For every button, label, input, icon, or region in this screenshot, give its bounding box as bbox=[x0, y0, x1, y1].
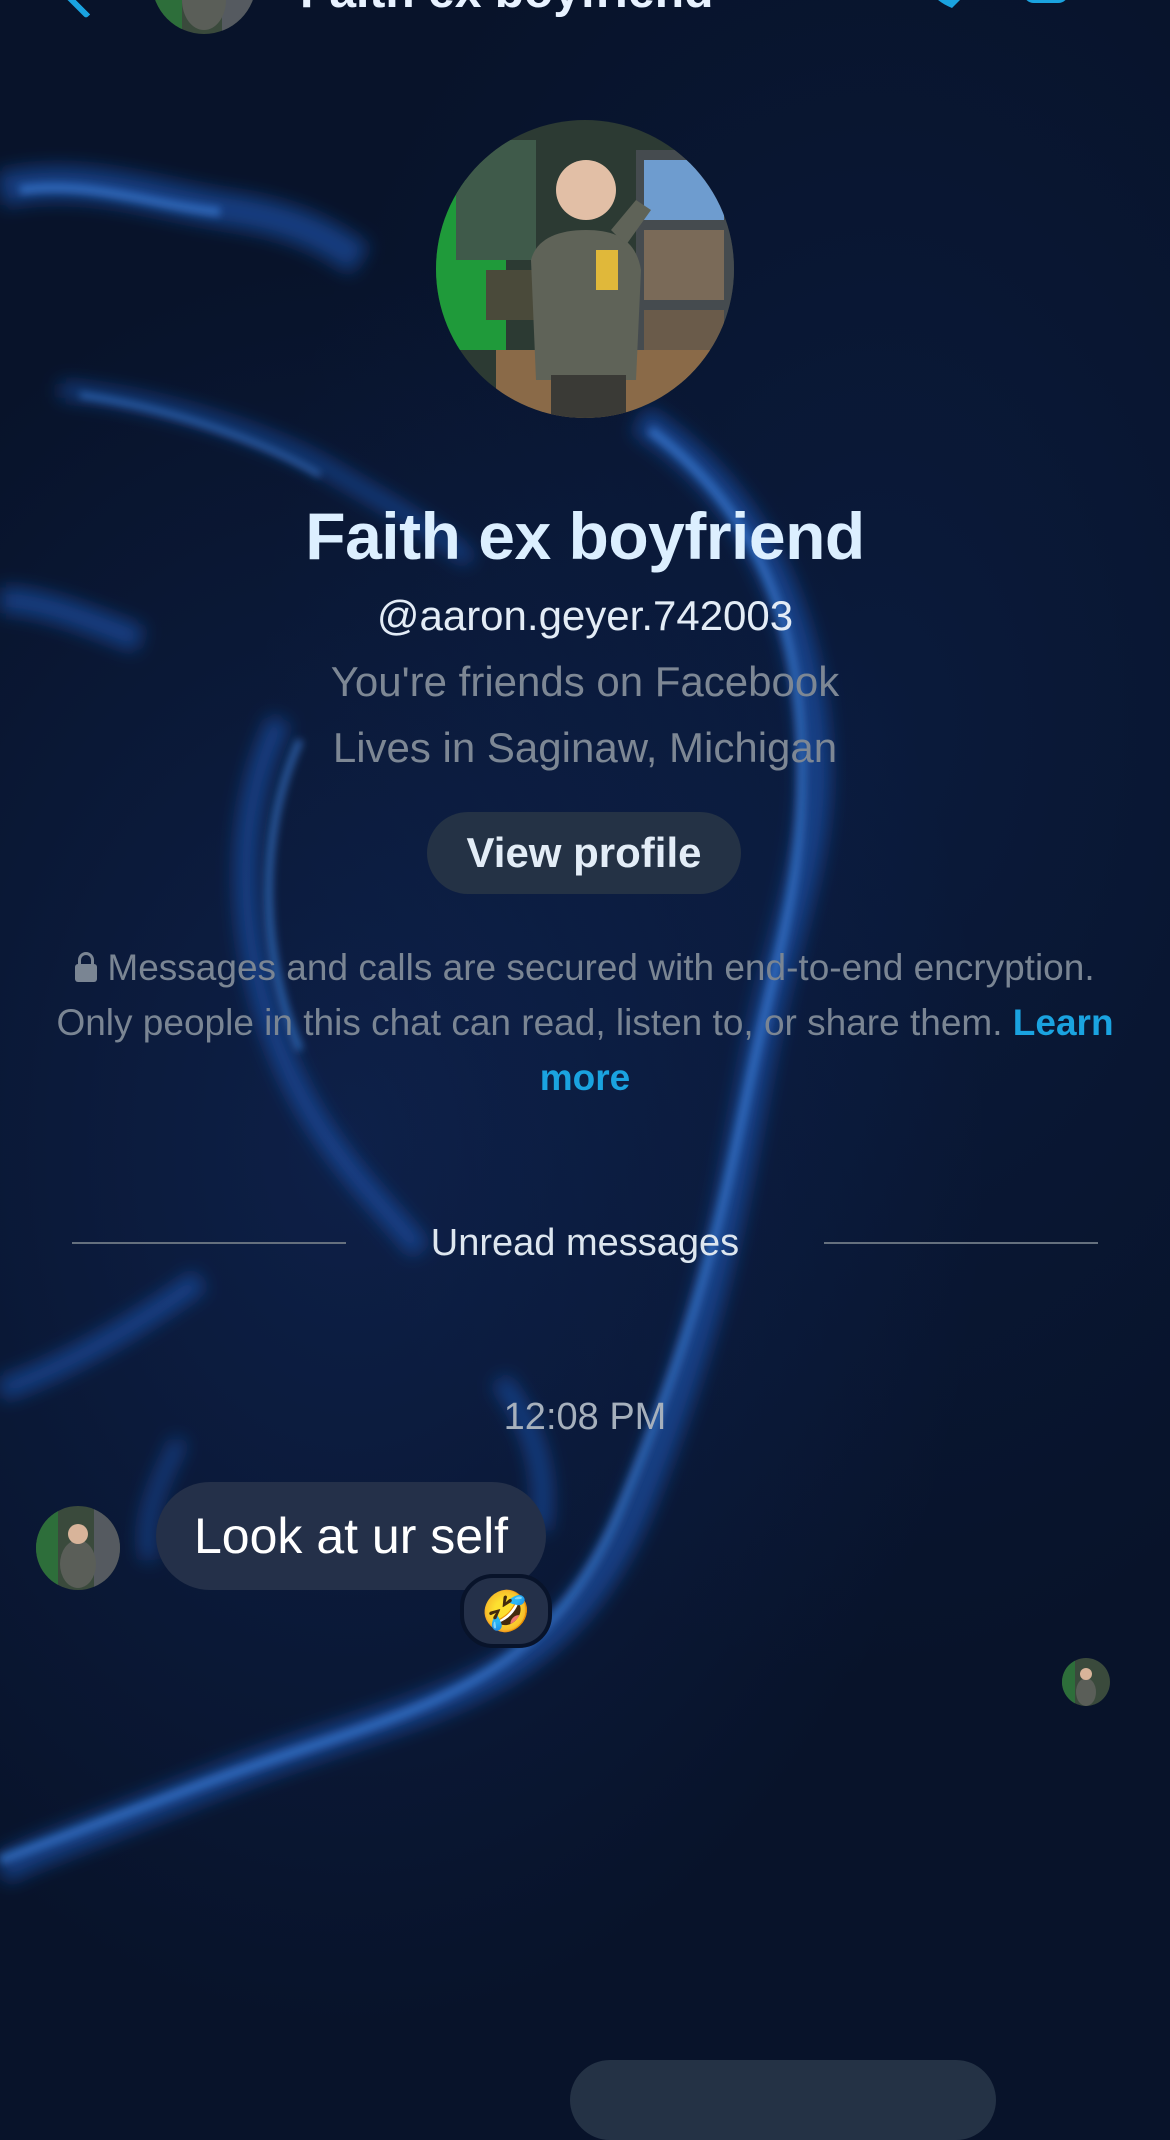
conversation-header: Faith ex boyfriend bbox=[0, 0, 1170, 40]
friends-status: You're friends on Facebook bbox=[330, 658, 840, 705]
video-call-icon[interactable] bbox=[1026, 0, 1080, 8]
header-avatar[interactable] bbox=[152, 0, 256, 34]
encryption-notice: Messages and calls are secured with end-… bbox=[50, 940, 1120, 1105]
location-text: Lives in Saginaw, Michigan bbox=[332, 724, 838, 771]
message-reaction[interactable]: 🤣 bbox=[460, 1574, 552, 1648]
lock-icon bbox=[75, 952, 98, 982]
encryption-text: Messages and calls are secured with end-… bbox=[56, 947, 1095, 1043]
read-receipt-avatar bbox=[1062, 1658, 1110, 1706]
profile-username: @aaron.geyer.742003 bbox=[376, 592, 794, 639]
header-contact-name[interactable]: Faith ex boyfriend bbox=[300, 0, 713, 19]
bottom-action-pill[interactable] bbox=[570, 2060, 996, 2140]
phone-call-icon[interactable] bbox=[918, 0, 962, 10]
back-chevron-icon[interactable] bbox=[63, 0, 109, 19]
profile-photo[interactable] bbox=[436, 120, 734, 418]
divider-line-right bbox=[824, 1242, 1098, 1244]
view-profile-button[interactable]: View profile bbox=[427, 812, 741, 894]
profile-name: Faith ex boyfriend bbox=[305, 499, 865, 573]
sender-avatar[interactable] bbox=[36, 1506, 120, 1590]
message-timestamp: 12:08 PM bbox=[503, 1396, 667, 1438]
